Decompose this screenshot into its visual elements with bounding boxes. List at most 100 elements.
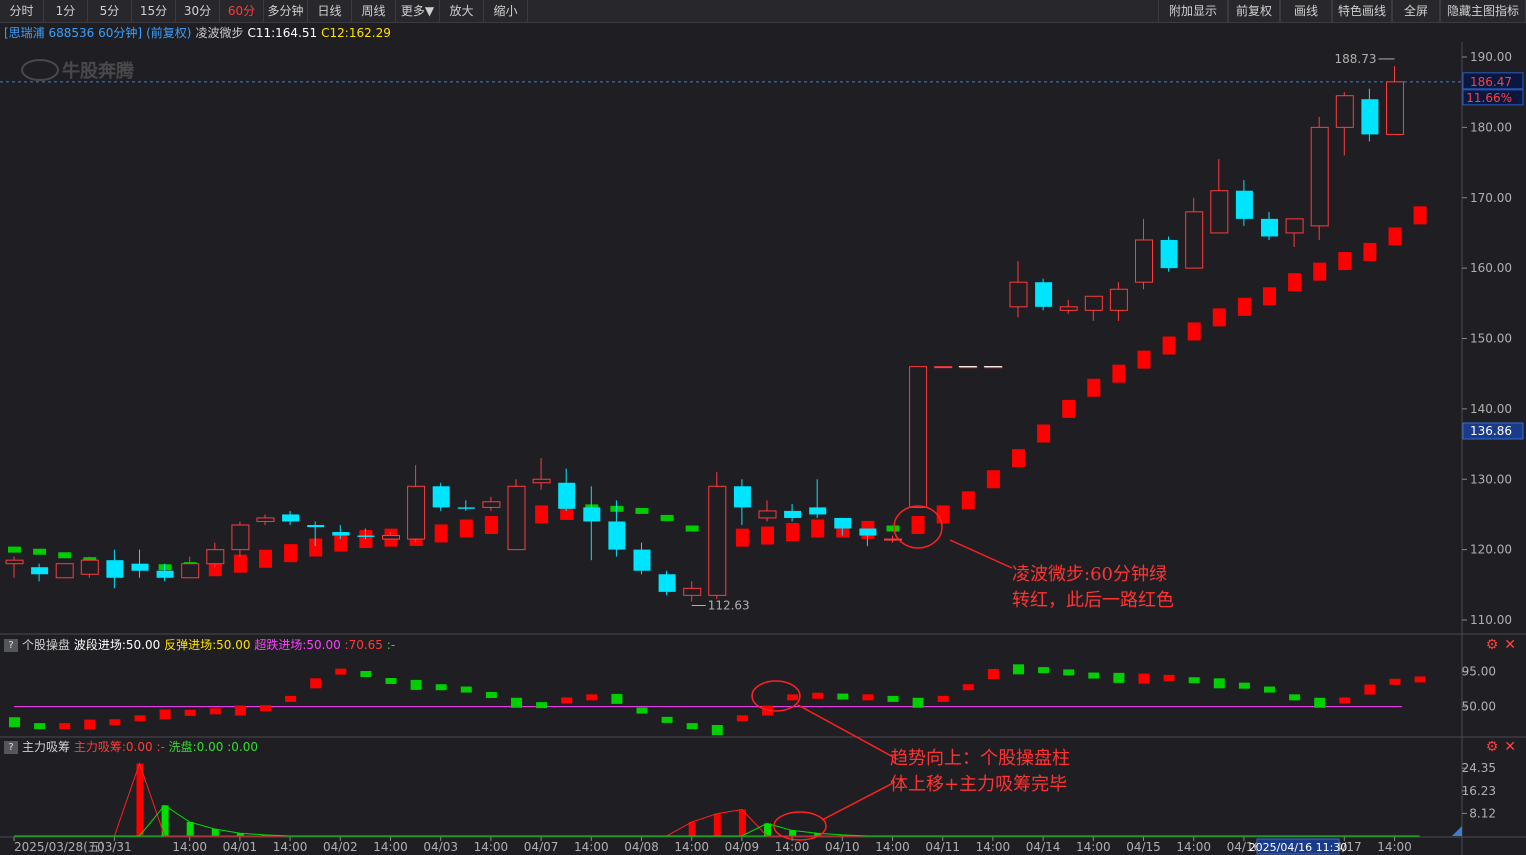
x-tick-label: 14:00 <box>674 840 709 854</box>
x-tick-label: 14:00 <box>373 840 408 854</box>
candle-body-down <box>432 486 450 508</box>
guide-block-red <box>1137 350 1151 369</box>
candle-body-up <box>256 517 275 522</box>
sub1-bar-green <box>686 723 698 730</box>
candle-body-up <box>1285 218 1304 234</box>
guide-block-red <box>936 505 950 524</box>
guide-block-red <box>1187 322 1201 341</box>
candle-body-up <box>507 485 526 551</box>
sub1-bar-green <box>1188 677 1200 684</box>
x-tick-label: 14:00 <box>775 840 810 854</box>
sub1-y-label: 50.00 <box>1462 700 1496 714</box>
candle-body-up <box>683 587 702 596</box>
x-tick-label: 04/11 <box>925 840 960 854</box>
x-tick-label: 04/15 <box>1126 840 1161 854</box>
sub1-bar-red <box>1414 676 1426 683</box>
candle-body-up <box>934 366 953 369</box>
chart-canvas[interactable]: 牛股奔腾 110.00 120.00 130.00 140.00 150.00 160.00… <box>0 0 1526 855</box>
guide-block-red <box>259 549 272 568</box>
candle-body-down <box>834 517 852 529</box>
sub1-bar-green <box>1213 678 1225 689</box>
sub1-bar-green <box>34 723 46 730</box>
sub1-bar-red <box>1339 697 1351 704</box>
x-tick-label: 04/01 <box>223 840 258 854</box>
y-tick-label: 110.00 <box>1470 613 1512 627</box>
candle-body-down <box>809 507 827 515</box>
sub1-l4: :70.65 <box>344 638 383 652</box>
sub1-bar-red <box>1389 678 1401 685</box>
candle-body-down <box>608 521 626 550</box>
candle-body-down <box>131 563 149 571</box>
sub1-bar-red <box>586 694 598 701</box>
guide-block-red <box>961 491 975 510</box>
x-tick-label: 14:00 <box>474 840 509 854</box>
sub2-y-label: 8.12 <box>1469 806 1496 820</box>
sub1-bar-red <box>812 692 824 699</box>
candle-body-down <box>1361 99 1379 135</box>
sub2-name[interactable]: 主力吸筹 <box>22 740 70 754</box>
sub1-bar-red <box>1163 674 1175 681</box>
sub1-bar-red <box>159 709 171 720</box>
guide-block-red <box>1087 378 1101 397</box>
sub1-bar-green <box>661 716 673 723</box>
guide-block-red <box>484 515 498 534</box>
sub1-bar-green <box>360 671 372 677</box>
candle-body-up <box>482 501 501 508</box>
x-tick-label: 04/08 <box>624 840 659 854</box>
sub2-bar-red <box>136 763 144 836</box>
sub2-y-label: 16.23 <box>1462 784 1496 798</box>
sub1-bar-green <box>1264 686 1275 693</box>
close-icon[interactable]: ✕ <box>1504 637 1516 653</box>
stock-name[interactable]: [思瑞浦 688536 60分钟] <box>4 26 142 40</box>
x-tick-label: 04/09 <box>725 840 760 854</box>
sub1-bar-green <box>1088 672 1100 679</box>
candle-body-down <box>1035 282 1053 307</box>
guide-block-red <box>1288 273 1302 292</box>
guide-block-red <box>735 528 749 547</box>
y-tick-label: 190.00 <box>1470 50 1512 64</box>
sub1-bar-green <box>711 725 723 735</box>
sub1-help-icon[interactable]: ? <box>4 639 18 652</box>
current-price-label: 186.47 <box>1470 75 1512 89</box>
plot-background <box>0 42 1526 855</box>
y-tick-label: 170.00 <box>1470 191 1512 205</box>
current-pct-label: 11.66% <box>1466 91 1512 105</box>
sub2-bar-red <box>713 813 721 836</box>
guide-block-red <box>811 519 825 538</box>
guide-block-red <box>911 515 925 534</box>
sub2-title-bar: ? 主力吸筹 主力吸筹:0.00 :- 洗盘:0.00 :0.00 <box>0 738 258 756</box>
sub1-name[interactable]: 个股操盘 <box>22 638 70 652</box>
guide-block-green <box>33 548 47 555</box>
candle-body-up <box>231 524 250 551</box>
x-tick-label: 2025/03/28(五) <box>14 840 105 854</box>
guide-block-red <box>284 544 298 563</box>
indicator-name[interactable]: 凌波微步 <box>195 26 243 40</box>
guide-block-red <box>1388 227 1402 246</box>
x-tick-label: 14:00 <box>273 840 308 854</box>
guide-block-green <box>660 514 674 521</box>
close-icon[interactable]: ✕ <box>1504 739 1516 755</box>
candle-body-down <box>307 524 325 528</box>
sub1-bar-green <box>636 707 648 714</box>
sub2-help-icon[interactable]: ? <box>4 741 18 754</box>
watermark-text: 牛股奔腾 <box>62 60 135 82</box>
gear-icon[interactable]: ⚙ <box>1486 637 1499 653</box>
adjust-label[interactable]: (前复权) <box>146 26 191 40</box>
x-tick-label: 14:00 <box>1377 840 1412 854</box>
x-tick-label: 04/07 <box>524 840 559 854</box>
guide-block-green <box>58 552 72 559</box>
sub1-bar-red <box>736 715 748 722</box>
guide-block-red <box>786 523 800 542</box>
sub2-l4: :0.00 <box>227 740 258 754</box>
sub1-bar-green <box>1314 697 1326 708</box>
sub1-icons: ⚙ ✕ <box>1480 636 1516 654</box>
gear-icon[interactable]: ⚙ <box>1486 739 1499 755</box>
candle-body-up <box>708 485 727 596</box>
sub2-l3: 洗盘:0.00 <box>168 740 224 754</box>
candle-body-down <box>457 507 475 509</box>
sub1-bar-green <box>460 686 472 693</box>
sub1-bar-green <box>1063 669 1075 676</box>
low-price-label: 112.63 <box>708 598 750 612</box>
sub1-bar-red <box>1138 673 1150 684</box>
cursor-value-label: 136.86 <box>1470 424 1512 438</box>
